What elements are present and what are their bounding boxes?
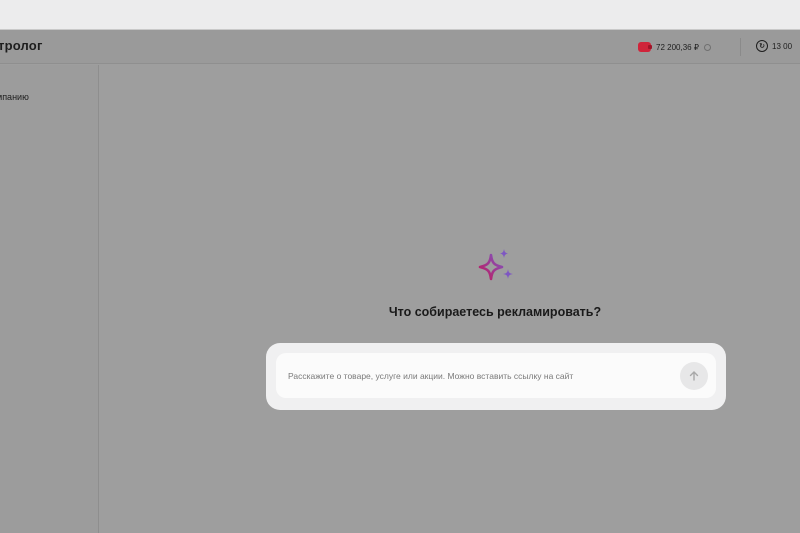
main-content: Что собираетесь рекламировать?: [100, 65, 800, 533]
send-button[interactable]: [680, 361, 708, 390]
arrow-up-icon: [689, 370, 699, 381]
sidebar-item-create-campaign[interactable]: мпанию: [0, 92, 29, 102]
wallet-icon: [638, 42, 652, 52]
bonus-value: 13 00: [772, 41, 793, 51]
bonus-icon: ↻: [756, 40, 768, 52]
bonus-widget[interactable]: ↻ 13 00: [756, 38, 792, 54]
sparkle-icon: [478, 249, 513, 281]
balance-widget[interactable]: 72 200,36 ₽: [638, 39, 711, 55]
app-window: тролог 72 200,36 ₽ ↻ 13 00 мпанию: [0, 30, 800, 533]
header-divider: [740, 38, 741, 56]
prompt-card: [266, 343, 726, 410]
app-logo[interactable]: тролог: [0, 38, 43, 53]
prompt-input[interactable]: [288, 370, 680, 381]
sidebar: мпанию: [0, 65, 99, 533]
prompt-title: Что собираетесь рекламировать?: [388, 305, 602, 319]
app-header: тролог 72 200,36 ₽ ↻ 13 00: [0, 30, 800, 64]
balance-value: 72 200,36 ₽: [656, 42, 699, 52]
browser-chrome: [0, 0, 800, 30]
prompt-input-box: [276, 353, 716, 398]
info-icon: [703, 43, 711, 51]
